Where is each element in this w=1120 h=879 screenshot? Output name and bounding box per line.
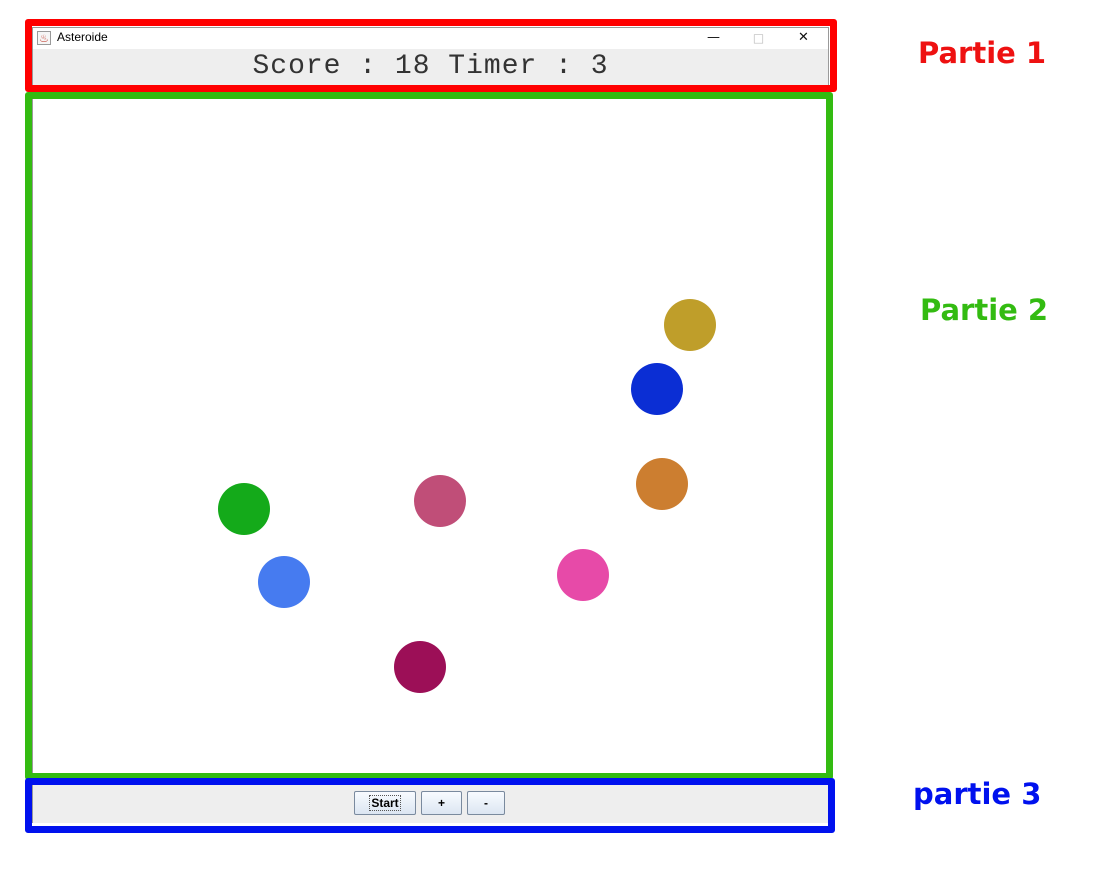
annotation-box-part1: [25, 19, 837, 92]
annotation-box-part3: [25, 778, 835, 833]
annotation-label-part2: Partie 2: [920, 293, 1049, 327]
annotation-box-part2: [25, 92, 833, 780]
annotation-label-part1: Partie 1: [918, 36, 1047, 70]
annotation-label-part3: partie 3: [913, 777, 1042, 811]
